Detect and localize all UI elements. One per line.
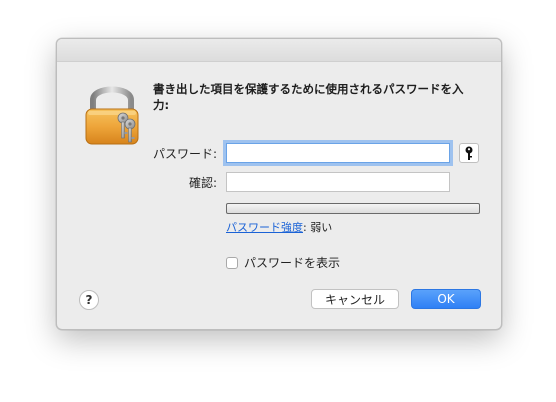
strength-value: 弱い [310, 221, 333, 234]
key-icon [465, 146, 473, 160]
show-password-checkbox[interactable] [226, 256, 238, 269]
show-password-label[interactable]: パスワードを表示 [244, 254, 340, 271]
password-strength-meter [226, 203, 480, 214]
dialog-heading: 書き出した項目を保護するために使用されるパスワードを入力: [153, 82, 464, 112]
lock-with-keys-icon [85, 86, 139, 145]
ok-button[interactable]: OK [411, 289, 481, 309]
password-field[interactable] [226, 143, 450, 163]
show-password-row[interactable]: パスワードを表示 [226, 254, 340, 271]
titlebar [57, 39, 501, 62]
confirm-password-field[interactable] [226, 172, 450, 192]
password-assistant-button[interactable] [459, 143, 479, 163]
confirm-label: 確認: [188, 176, 217, 190]
export-password-dialog: 書き出した項目を保護するために使用されるパスワードを入力: パスワード: 確認:… [56, 38, 502, 330]
cancel-button[interactable]: キャンセル [311, 289, 399, 309]
password-strength-text: パスワード強度: 弱い [226, 219, 332, 235]
password-strength-link[interactable]: パスワード強度 [226, 221, 303, 234]
password-label: パスワード: [152, 147, 217, 161]
strength-separator: : [303, 221, 307, 234]
help-button[interactable]: ? [79, 290, 99, 310]
